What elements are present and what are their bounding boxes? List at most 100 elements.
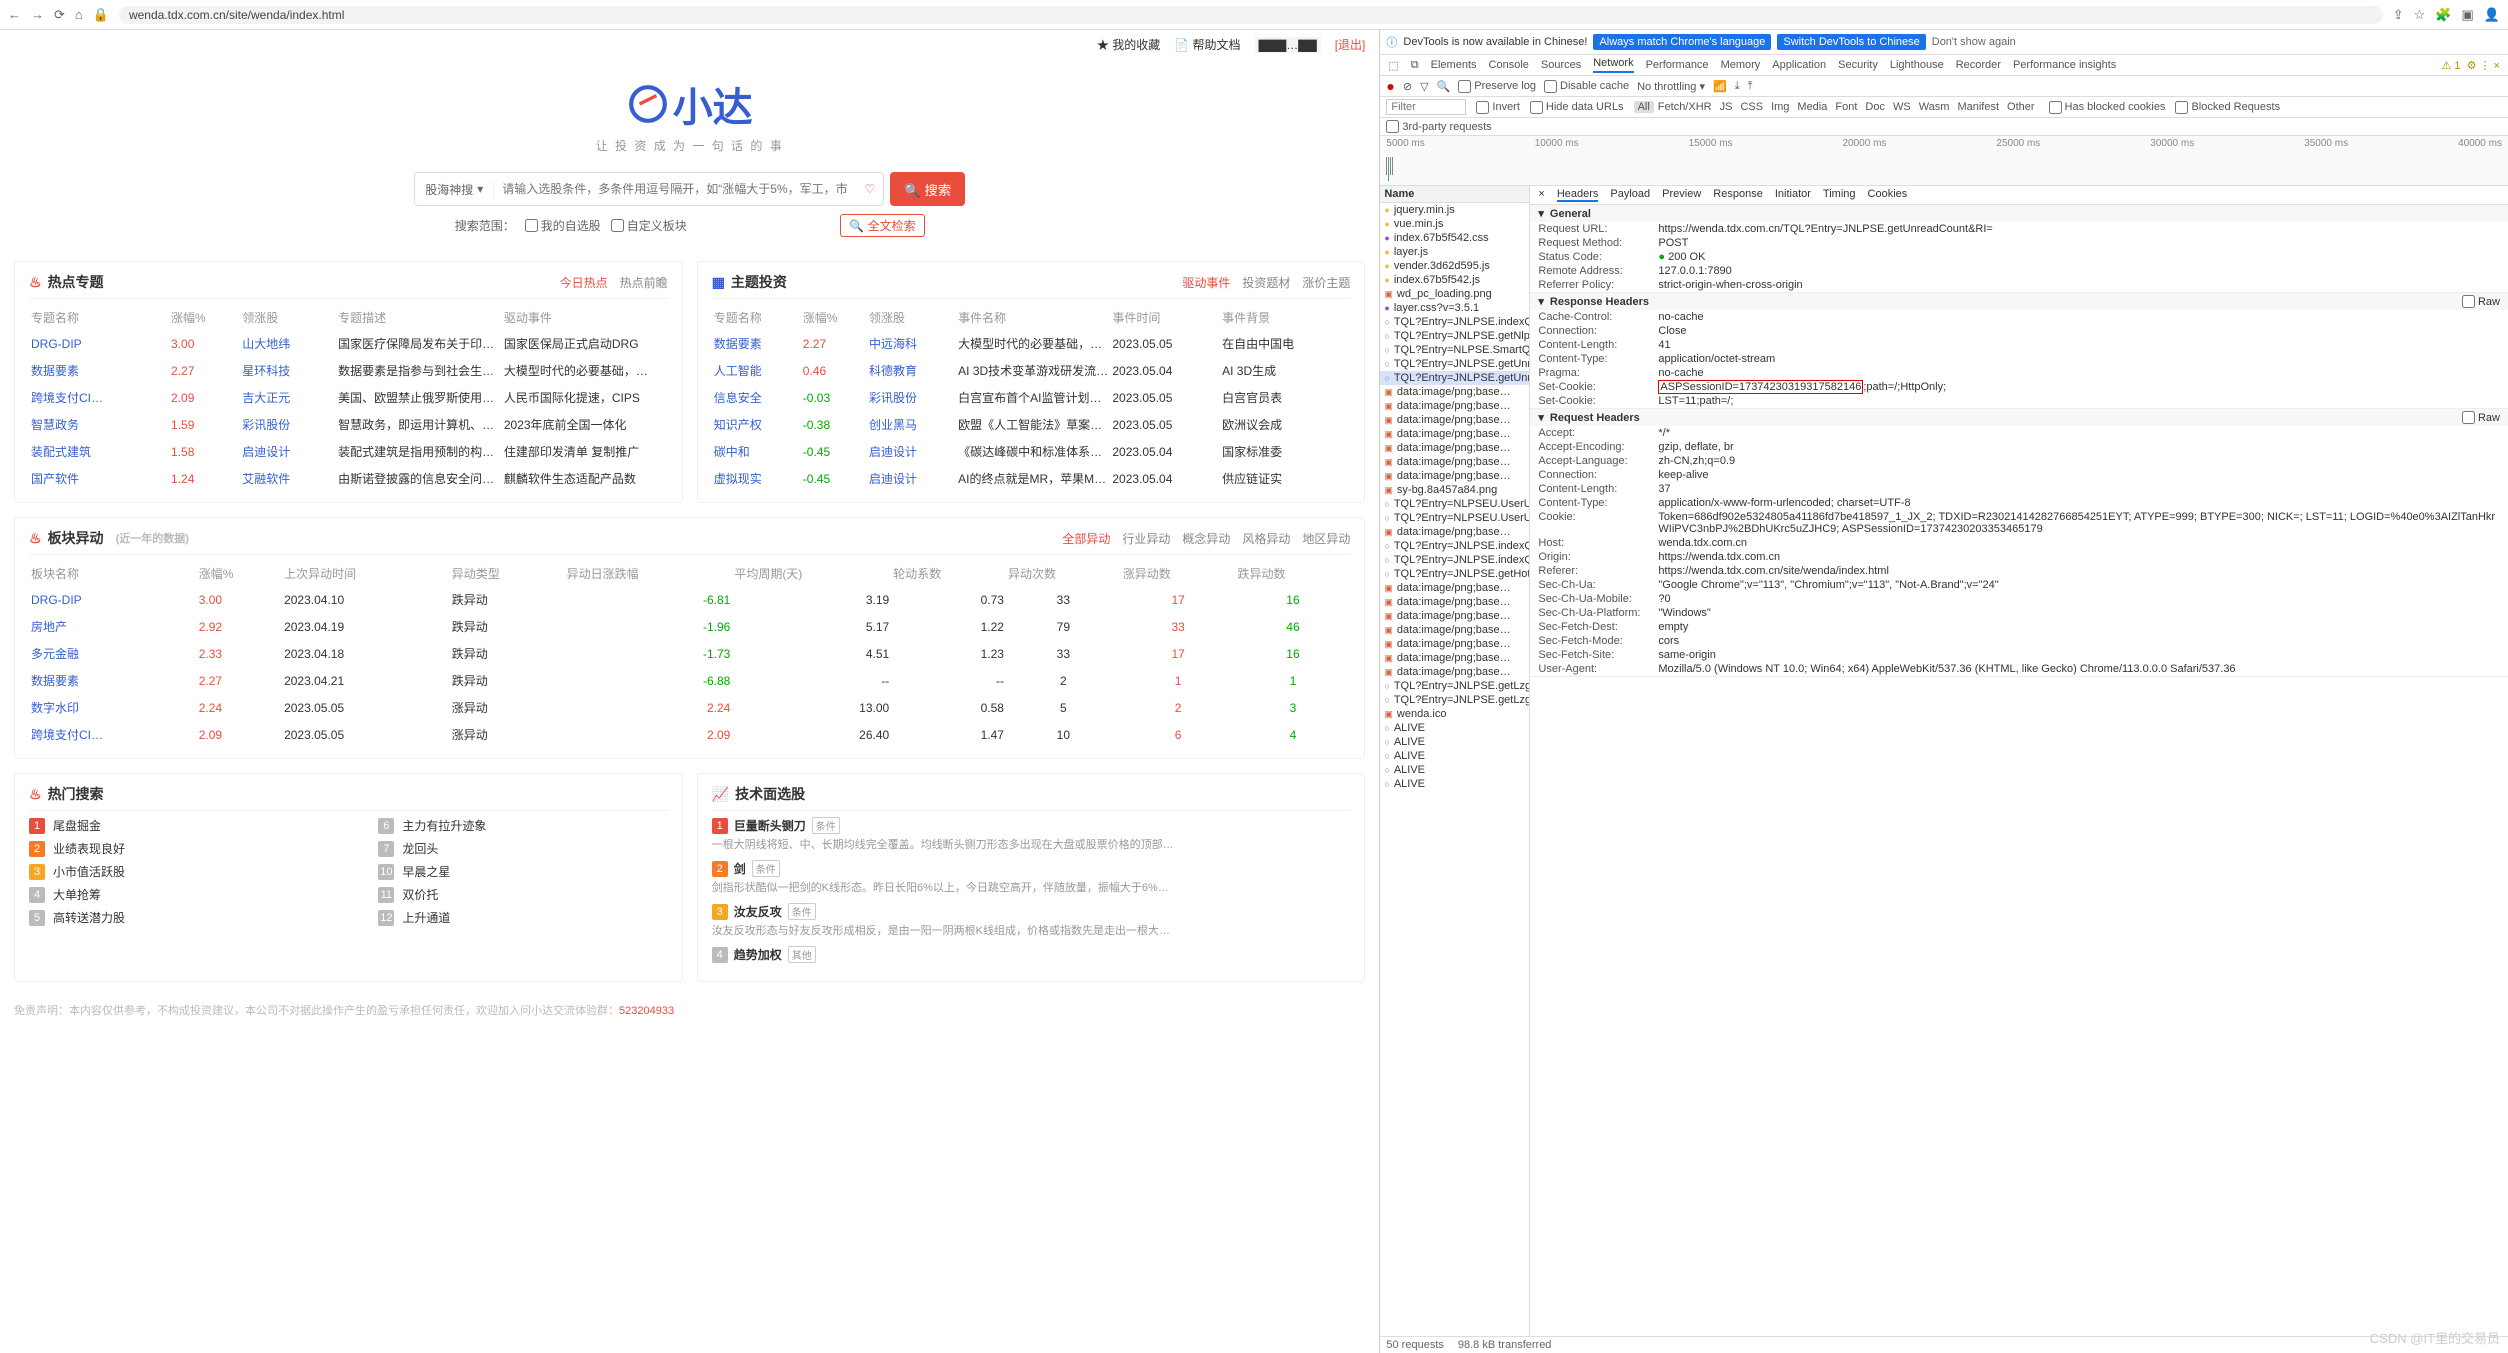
- request-row[interactable]: TQL?Entry=JNLPSE.getUnrea…: [1380, 371, 1529, 385]
- table-row[interactable]: 跨境支付CI…2.09吉大正元美国、欧盟禁止俄罗斯使用SWI…人民币国际化提速，…: [29, 384, 668, 411]
- request-row[interactable]: ALIVE: [1380, 749, 1529, 763]
- upload-icon[interactable]: ⤓: [1735, 80, 1740, 93]
- request-row[interactable]: data:image/png;base…: [1380, 455, 1529, 469]
- tech-item[interactable]: 2剑条件剑指形状酷似一把剑的K线形态。昨日长阳6%以上，今日跳空高开，伴随放量，…: [712, 860, 1351, 895]
- preserve-log[interactable]: Preserve log: [1458, 80, 1536, 93]
- switch-lang-button[interactable]: Switch DevTools to Chinese: [1777, 34, 1925, 50]
- caret-icon[interactable]: ▾: [1538, 295, 1544, 308]
- record-icon[interactable]: ●: [1386, 78, 1394, 94]
- request-row[interactable]: index.67b5f542.js: [1380, 273, 1529, 287]
- request-row[interactable]: TQL?Entry=JNLPSE.getUnrea…: [1380, 357, 1529, 371]
- filter-type[interactable]: WS: [1889, 101, 1915, 113]
- reload-icon[interactable]: ⟳: [54, 7, 65, 23]
- table-row[interactable]: DRG-DIP3.00山大地纬国家医疗保障局发布关于印发…国家医保局正式启动DR…: [29, 330, 668, 357]
- hide-data-urls[interactable]: Hide data URLs: [1530, 101, 1624, 114]
- devtools-tab[interactable]: Memory: [1721, 59, 1761, 71]
- request-row[interactable]: data:image/png;base…: [1380, 623, 1529, 637]
- request-row[interactable]: data:image/png;base…: [1380, 525, 1529, 539]
- table-row[interactable]: 数据要素2.27中远海科大模型时代的必要基础，数据…2023.05.05在自由中…: [712, 330, 1351, 357]
- request-row[interactable]: TQL?Entry=JNLPSE.getLzg&R…: [1380, 693, 1529, 707]
- devtools-tab[interactable]: Console: [1489, 59, 1529, 71]
- star-icon[interactable]: ☆: [2414, 7, 2426, 23]
- detail-tab[interactable]: Cookies: [1868, 188, 1908, 202]
- devtools-tab[interactable]: Elements: [1431, 59, 1477, 71]
- filter-type[interactable]: Other: [2003, 101, 2039, 113]
- tab[interactable]: 全部异动: [1062, 530, 1110, 547]
- filter-type[interactable]: Manifest: [1953, 101, 2003, 113]
- search-icon[interactable]: 🔍: [1437, 80, 1451, 93]
- devtools-tab[interactable]: Network: [1593, 57, 1633, 73]
- request-row[interactable]: TQL?Entry=NLPSE.SmartQuer…: [1380, 343, 1529, 357]
- extensions-icon[interactable]: 🧩: [2435, 7, 2451, 23]
- tab[interactable]: 地区异动: [1302, 530, 1350, 547]
- dont-show-link[interactable]: Don't show again: [1932, 36, 2016, 48]
- request-row[interactable]: wenda.ico: [1380, 707, 1529, 721]
- request-row[interactable]: jquery.min.js: [1380, 203, 1529, 217]
- hotsearch-item[interactable]: 4大单抢筹: [29, 886, 318, 903]
- request-row[interactable]: data:image/png;base…: [1380, 651, 1529, 665]
- request-row[interactable]: ALIVE: [1380, 721, 1529, 735]
- request-row[interactable]: layer.js: [1380, 245, 1529, 259]
- detail-tab[interactable]: Timing: [1823, 188, 1856, 202]
- tech-item[interactable]: 1巨量断头铡刀条件一根大阴线将短、中、长期均线完全覆盖。均线断头铡刀形态多出现在…: [712, 817, 1351, 852]
- request-row[interactable]: data:image/png;base…: [1380, 581, 1529, 595]
- filter-type[interactable]: Wasm: [1915, 101, 1954, 113]
- table-row[interactable]: 数字水印2.242023.05.05涨异动2.2413.000.58523: [29, 694, 1350, 721]
- address-bar[interactable]: wenda.tdx.com.cn/site/wenda/index.html: [119, 6, 2383, 24]
- invert-check[interactable]: Invert: [1476, 101, 1520, 114]
- search-button[interactable]: 🔍 搜索: [890, 172, 965, 206]
- match-lang-button[interactable]: Always match Chrome's language: [1593, 34, 1771, 50]
- table-row[interactable]: 人工智能0.46科德教育AI 3D技术变革游戏研发流程…2023.05.04AI…: [712, 357, 1351, 384]
- timeline[interactable]: 5000 ms10000 ms15000 ms20000 ms25000 ms3…: [1380, 136, 2508, 186]
- request-row[interactable]: ALIVE: [1380, 777, 1529, 791]
- request-row[interactable]: data:image/png;base…: [1380, 385, 1529, 399]
- table-row[interactable]: 智慧政务1.59彩讯股份智慧政务，即运用计算机、网…2023年底前全国一体化: [29, 411, 668, 438]
- request-row[interactable]: sy-bg.8a457a84.png: [1380, 483, 1529, 497]
- table-row[interactable]: 虚拟现实-0.45启迪设计AI的终点就是MR，苹果MR新…2023.05.04供…: [712, 465, 1351, 492]
- table-row[interactable]: 房地产2.922023.04.19跌异动-1.965.171.22793346: [29, 613, 1350, 640]
- table-row[interactable]: DRG-DIP3.002023.04.10跌异动-6.813.190.73331…: [29, 586, 1350, 613]
- table-row[interactable]: 跨境支付CI…2.092023.05.05涨异动2.0926.401.47106…: [29, 721, 1350, 748]
- back-icon[interactable]: ←: [8, 7, 21, 22]
- device-icon[interactable]: ⧉: [1411, 59, 1419, 72]
- detail-tab[interactable]: Initiator: [1775, 188, 1811, 202]
- request-row[interactable]: data:image/png;base…: [1380, 637, 1529, 651]
- hotsearch-item[interactable]: 6主力有拉升迹象: [378, 817, 667, 834]
- request-row[interactable]: data:image/png;base…: [1380, 609, 1529, 623]
- fulltext-button[interactable]: 🔍 全文检索: [840, 214, 924, 237]
- request-row[interactable]: data:image/png;base…: [1380, 427, 1529, 441]
- request-row[interactable]: data:image/png;base…: [1380, 665, 1529, 679]
- filter-type[interactable]: Fetch/XHR: [1654, 101, 1716, 113]
- hotsearch-item[interactable]: 10早晨之星: [378, 863, 667, 880]
- raw-response[interactable]: Raw: [2462, 295, 2500, 308]
- caret-icon[interactable]: ▾: [1538, 207, 1544, 220]
- filter-type[interactable]: Font: [1831, 101, 1861, 113]
- devtools-tab[interactable]: Security: [1838, 59, 1878, 71]
- square-icon[interactable]: ▣: [2462, 7, 2474, 23]
- detail-tab[interactable]: Payload: [1610, 188, 1650, 202]
- thirdparty-check[interactable]: 3rd-party requests: [1386, 120, 1491, 133]
- favorite-icon[interactable]: ♡: [856, 182, 883, 196]
- tab[interactable]: 今日热点: [560, 274, 608, 291]
- request-row[interactable]: data:image/png;base…: [1380, 469, 1529, 483]
- request-row[interactable]: TQL?Entry=JNLPSE.getHotQu…: [1380, 567, 1529, 581]
- request-row[interactable]: layer.css?v=3.5.1: [1380, 301, 1529, 315]
- hotsearch-item[interactable]: 5高转送潜力股: [29, 909, 318, 926]
- tab[interactable]: 热点前瞻: [620, 274, 668, 291]
- request-row[interactable]: data:image/png;base…: [1380, 441, 1529, 455]
- hotsearch-item[interactable]: 12上升通道: [378, 909, 667, 926]
- tab[interactable]: 行业异动: [1122, 530, 1170, 547]
- request-row[interactable]: wd_pc_loading.png: [1380, 287, 1529, 301]
- blocked-cookies[interactable]: Has blocked cookies: [2049, 101, 2166, 114]
- detail-tab[interactable]: Headers: [1557, 188, 1599, 202]
- devtools-tab[interactable]: Sources: [1541, 59, 1581, 71]
- table-row[interactable]: 装配式建筑1.58启迪设计装配式建筑是指用预制的构件…住建部印发清单 复制推广: [29, 438, 668, 465]
- filter-type[interactable]: JS: [1716, 101, 1737, 113]
- request-row[interactable]: TQL?Entry=JNLPSE.indexQue…: [1380, 553, 1529, 567]
- filter-icon[interactable]: ▽: [1420, 80, 1428, 93]
- request-row[interactable]: TQL?Entry=JNLPSE.getNlpse…: [1380, 329, 1529, 343]
- devtools-tab[interactable]: Lighthouse: [1890, 59, 1944, 71]
- request-row[interactable]: vue.min.js: [1380, 217, 1529, 231]
- wifi-icon[interactable]: 📶: [1713, 80, 1727, 93]
- detail-tab[interactable]: Preview: [1662, 188, 1701, 202]
